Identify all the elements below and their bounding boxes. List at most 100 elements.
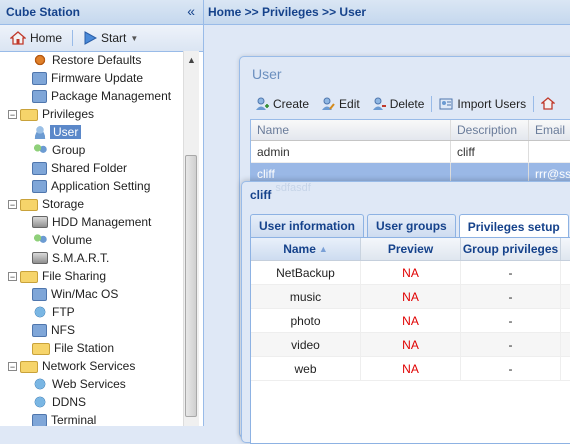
sidebar-item-label: Package Management — [51, 89, 172, 103]
column-name-label: Name — [283, 242, 316, 256]
cell-name: photo — [251, 309, 361, 332]
table-row[interactable]: NetBackup NA - — [251, 261, 570, 285]
sidebar-item-package-management[interactable]: Package Management — [0, 87, 183, 105]
globe-icon — [32, 377, 48, 391]
folder-icon — [20, 271, 38, 283]
sidebar-item-application-setting[interactable]: Application Setting — [0, 177, 183, 195]
collapse-toggle-icon[interactable]: − — [8, 361, 17, 371]
breadcrumb: Home >> Privileges >> User — [204, 0, 570, 25]
collapse-toggle-icon[interactable]: − — [8, 199, 17, 209]
item-icon — [32, 413, 47, 426]
collapse-toggle-icon[interactable]: − — [8, 109, 17, 119]
collapse-toggle-icon[interactable]: − — [8, 271, 17, 281]
home-label: Home — [30, 31, 63, 45]
table-row[interactable]: music NA - — [251, 285, 570, 309]
sidebar-item-label: Network Services — [42, 359, 136, 373]
start-button[interactable]: Start ▼ — [77, 27, 144, 49]
group-icon — [32, 143, 48, 157]
toolbar-divider — [72, 30, 74, 46]
delete-button[interactable]: Delete — [367, 93, 430, 115]
create-button[interactable]: Create — [250, 93, 314, 115]
sidebar-item-label: Group — [52, 143, 86, 157]
sidebar-item-ddns[interactable]: DDNS — [0, 393, 183, 411]
tab-user-information[interactable]: User information — [250, 214, 365, 237]
cell-preview: NA — [361, 309, 461, 332]
sidebar-item-firmware-update[interactable]: Firmware Update — [0, 69, 183, 87]
folder-icon — [20, 199, 38, 211]
table-row[interactable]: photo NA - — [251, 309, 570, 333]
cell-name: NetBackup — [251, 261, 361, 284]
sidebar-item-file-station[interactable]: File Station — [0, 339, 183, 357]
column-header-name[interactable]: Name — [251, 120, 451, 140]
sidebar-item-label: Terminal — [51, 413, 97, 426]
sidebar-item-hdd-management[interactable]: HDD Management — [0, 213, 183, 231]
sidebar-item-ftp[interactable]: FTP — [0, 303, 183, 321]
sidebar-item-label: Firmware Update — [51, 71, 144, 85]
column-header-description[interactable]: Description — [451, 120, 529, 140]
sidebar-item-network-services[interactable]: − Network Services — [0, 357, 183, 375]
table-row[interactable]: admin cliff — [251, 141, 570, 163]
table-row[interactable]: video NA - — [251, 333, 570, 357]
sidebar-item-label: File Station — [54, 341, 115, 355]
column-header-email[interactable]: Email — [529, 120, 570, 140]
sidebar-item-user[interactable]: User — [0, 123, 183, 141]
gear-icon — [32, 53, 48, 67]
tab-user-groups[interactable]: User groups — [367, 214, 456, 237]
group-icon — [32, 233, 48, 247]
scroll-up-icon[interactable]: ▲ — [187, 55, 196, 65]
sidebar-item-group[interactable]: Group — [0, 141, 183, 159]
sidebar-item-privileges[interactable]: − Privileges — [0, 105, 183, 123]
scrollbar-thumb[interactable] — [185, 155, 197, 417]
cell-group-privileges: - — [461, 333, 561, 356]
tab-privileges-setup[interactable]: Privileges setup — [458, 214, 569, 238]
add-user-icon — [256, 97, 269, 110]
cell-name: music — [251, 285, 361, 308]
sidebar-item-terminal[interactable]: Terminal — [0, 411, 183, 426]
sidebar-item-web-services[interactable]: Web Services — [0, 375, 183, 393]
column-header-group-privileges[interactable]: Group privileges — [461, 238, 561, 260]
item-icon — [32, 287, 47, 301]
sidebar-item-win-mac-os[interactable]: Win/Mac OS — [0, 285, 183, 303]
sidebar-item-label: Restore Defaults — [52, 53, 142, 67]
delete-user-icon — [372, 97, 386, 110]
sidebar-title: Cube Station — [6, 5, 80, 19]
user-properties-window: cliff sdfasdf User information User grou… — [241, 181, 570, 444]
sidebar-scrollbar[interactable]: ▲ — [183, 51, 199, 426]
sidebar-item-label: Application Setting — [51, 179, 151, 193]
import-label: Import Users — [457, 97, 527, 111]
item-icon — [32, 179, 47, 193]
privileges-panel: Name ▲ Preview Group privileges NetBacku… — [250, 237, 570, 444]
sidebar-item-shared-folder[interactable]: Shared Folder — [0, 159, 183, 177]
home-shortcut-button[interactable] — [536, 93, 560, 115]
sidebar-item-nfs[interactable]: NFS — [0, 321, 183, 339]
sidebar-item-restore-defaults[interactable]: Restore Defaults — [0, 51, 183, 69]
sidebar-item-volume[interactable]: Volume — [0, 231, 183, 249]
user-icon — [32, 125, 48, 139]
globe-icon — [32, 305, 48, 319]
cell-preview: NA — [361, 333, 461, 356]
item-icon — [32, 323, 47, 337]
sidebar-item-s-m-a-r-t[interactable]: S.M.A.R.T. — [0, 249, 183, 267]
folder-icon — [20, 361, 38, 373]
home-button[interactable]: Home — [4, 27, 68, 49]
import-users-button[interactable]: Import Users — [434, 93, 531, 115]
edit-button[interactable]: Edit — [316, 93, 365, 115]
column-header-preview[interactable]: Preview — [361, 238, 461, 260]
collapse-icon[interactable]: « — [187, 3, 195, 19]
sidebar: Cube Station « Home Start ▼ Restore Defa… — [0, 0, 204, 426]
sidebar-item-storage[interactable]: − Storage — [0, 195, 183, 213]
column-header-name[interactable]: Name ▲ — [251, 238, 361, 260]
user-toolbar: Create Edit Delete Import Users — [250, 93, 570, 115]
sidebar-item-file-sharing[interactable]: − File Sharing — [0, 267, 183, 285]
user-grid-header: Name Description Email — [251, 120, 570, 141]
sidebar-item-label: Shared Folder — [51, 161, 128, 175]
disk-icon — [32, 216, 48, 228]
cell-group-privileges: - — [461, 309, 561, 332]
globe-icon — [32, 395, 48, 409]
item-icon — [32, 161, 47, 175]
toolbar-divider — [431, 96, 433, 112]
cell-name: web — [251, 357, 361, 380]
table-row[interactable]: web NA - — [251, 357, 570, 381]
ghost-text: sdfasdf — [275, 182, 311, 194]
import-icon — [439, 98, 453, 110]
